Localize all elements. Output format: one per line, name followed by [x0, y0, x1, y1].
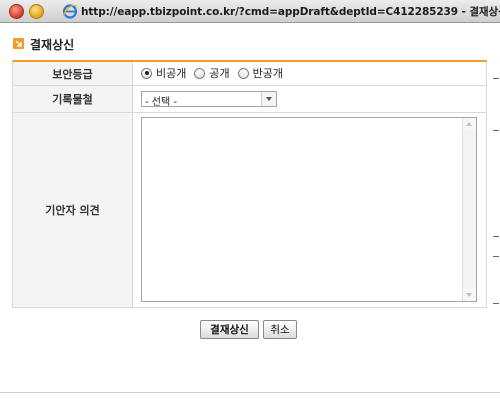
internet-explorer-icon [62, 3, 78, 19]
minimize-window-icon[interactable] [29, 4, 44, 19]
background-page-fragment [493, 236, 499, 237]
drafter-opinion-label: 기안자 의견 [13, 113, 133, 307]
arrow-down-right-icon [13, 38, 24, 49]
radio-private[interactable]: 비공개 [141, 65, 186, 81]
title-bar: http://eapp.tbizpoint.co.kr/?cmd=appDraf… [0, 0, 500, 23]
radio-public-button[interactable] [194, 67, 206, 79]
opinion-scrollbar[interactable] [462, 118, 476, 301]
radio-private-label: 비공개 [156, 67, 187, 80]
scroll-up-icon[interactable] [463, 118, 476, 131]
background-page-fragment [493, 256, 499, 257]
record-folder-row: 기록물철 - 선택 - [13, 86, 486, 113]
submit-approval-button[interactable]: 결재상신 [200, 320, 259, 339]
radio-semi-public[interactable]: 반공개 [237, 65, 283, 81]
background-page-fragment [493, 130, 499, 131]
radio-semi-public-label: 반공개 [252, 67, 283, 80]
page-title: 결재상신 [30, 38, 75, 52]
record-folder-selected: - 선택 - [145, 97, 177, 108]
chevron-down-icon[interactable] [261, 92, 276, 106]
radio-private-button[interactable] [141, 67, 152, 79]
radio-public[interactable]: 공개 [194, 65, 230, 81]
cancel-button[interactable]: 취소 [263, 320, 297, 339]
security-level-radios: 비공개 공개 반공개 [141, 65, 291, 81]
drafter-opinion-cell [133, 113, 486, 307]
background-page-fragment [493, 303, 499, 304]
security-level-label: 보안등급 [13, 62, 133, 85]
record-folder-select[interactable]: - 선택 - [141, 91, 277, 108]
security-level-cell: 비공개 공개 반공개 [133, 62, 486, 85]
security-level-row: 보안등급 비공개 공개 반공개 [13, 62, 486, 86]
approval-form: 보안등급 비공개 공개 반공개 기록물철 - 선택 - 기안자 의견 [12, 60, 487, 308]
popup-window: http://eapp.tbizpoint.co.kr/?cmd=appDraf… [0, 0, 500, 399]
close-window-icon[interactable] [9, 4, 24, 19]
scroll-down-icon[interactable] [463, 288, 476, 301]
record-folder-label: 기록물철 [13, 86, 133, 112]
drafter-opinion-row: 기안자 의견 [13, 113, 486, 307]
drafter-opinion-box [141, 117, 477, 302]
drafter-opinion-textarea[interactable] [142, 118, 462, 301]
radio-public-label: 공개 [209, 67, 230, 80]
window-title: http://eapp.tbizpoint.co.kr/?cmd=appDraf… [81, 6, 500, 18]
record-folder-cell: - 선택 - [133, 86, 486, 112]
background-page-fragment [493, 78, 499, 79]
radio-semi-public-button[interactable] [237, 67, 249, 79]
